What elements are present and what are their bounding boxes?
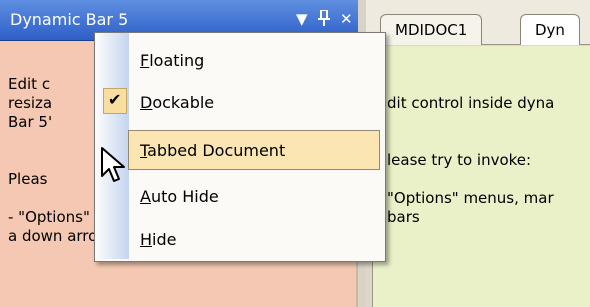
mouse-cursor-icon [101,147,125,182]
menu-item-hide[interactable]: Hide [95,223,383,257]
menu-item-dockable[interactable]: Dockable [95,86,383,120]
tab-dynamic[interactable]: Dyn [520,14,580,45]
menu-item-label: Tabbed Document [140,141,286,160]
menu-item-label: Auto Hide [140,187,219,206]
menu-item-label: Floating [140,51,205,70]
menu-item-floating[interactable]: Floating [95,44,383,78]
mdi-document-text: dit control inside dyna lease try to inv… [387,94,555,226]
caption-pin-icon[interactable] [318,9,330,30]
menu-item-auto-hide[interactable]: Auto Hide [95,180,383,214]
dock-pane-title: Dynamic Bar 5 [10,10,129,29]
caption-menu-arrow-icon[interactable]: ▼ [296,10,308,28]
menu-item-tabbed-document[interactable]: Tabbed Document [95,134,383,168]
menu-item-label: Hide [140,230,177,249]
tab-mdidoc1[interactable]: MDIDOC1 [380,14,483,45]
menu-item-label: Dockable [140,93,215,112]
mdi-document-edit-control[interactable]: dit control inside dyna lease try to inv… [372,46,590,307]
caption-close-icon[interactable]: ✕ [340,10,353,28]
